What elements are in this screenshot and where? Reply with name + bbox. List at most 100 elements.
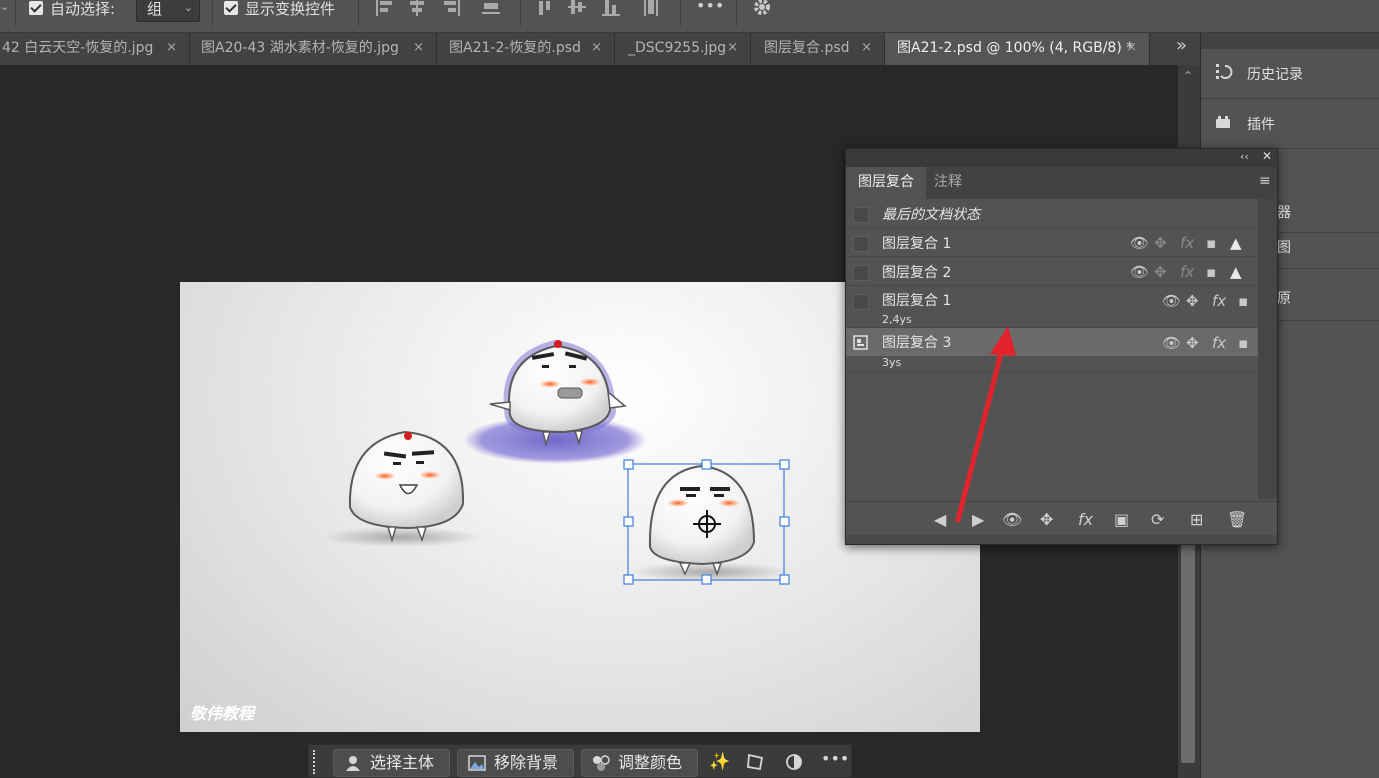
document-tab[interactable]: _DSC9255.jpg × <box>615 33 751 65</box>
more-options-button[interactable]: ••• <box>696 0 724 15</box>
warning-icon[interactable]: ▲ <box>1230 263 1242 281</box>
update-all-icon[interactable]: ⟳ <box>1151 510 1164 529</box>
adjust-icon <box>593 755 610 771</box>
mask-icon[interactable] <box>785 753 803 771</box>
tab-layer-comps[interactable]: 图层复合 <box>846 167 926 199</box>
plugins-icon <box>1216 116 1230 128</box>
dock-item-label: 器 <box>1277 205 1291 221</box>
list-item-selected[interactable]: 图层复合 3 3ys 👁 ✥ fx ▪ <box>846 328 1258 372</box>
close-icon[interactable]: × <box>413 33 424 63</box>
document-tab[interactable]: 图A20-43 湖水素材-恢复的.jpg × <box>190 33 437 65</box>
panel-menu-icon[interactable]: ≡ <box>1259 173 1271 189</box>
apply-comp-checkbox[interactable] <box>853 265 869 281</box>
transform-icon[interactable] <box>746 752 766 772</box>
eye-icon[interactable]: 👁 <box>1130 263 1149 281</box>
list-item[interactable]: 图层复合 1 👁 ✥ fx ▪ ▲ <box>846 228 1258 257</box>
eye-icon[interactable]: 👁 <box>1162 292 1181 310</box>
document-tab[interactable]: 图层复合.psd × <box>751 33 885 65</box>
comp-comment: 2,4ys <box>882 313 912 326</box>
move-icon[interactable]: ✥ <box>1154 263 1167 281</box>
chevron-up-icon[interactable]: ⌃ <box>1183 69 1193 83</box>
eye-icon[interactable]: 👁 <box>1162 334 1181 352</box>
dock-item-label: 原 <box>1277 291 1291 307</box>
dock-item-label: 历史记录 <box>1247 67 1303 83</box>
document-tab-bar: 42 白云天空-恢复的.jpg × 图A20-43 湖水素材-恢复的.jpg ×… <box>0 33 1200 65</box>
close-icon[interactable]: ✕ <box>1262 149 1272 163</box>
collapse-icon[interactable]: ‹‹ <box>1240 150 1249 163</box>
chevron-down-icon[interactable]: ⌄ <box>0 0 9 13</box>
update-style-icon[interactable]: fx <box>1078 510 1093 529</box>
align-vcenter-icon <box>568 6 586 8</box>
auto-select-checkbox[interactable] <box>29 1 43 15</box>
close-icon[interactable]: × <box>727 33 738 63</box>
panel-tabs: 图层复合 注释 ≡ <box>846 167 1277 199</box>
image-icon <box>468 755 486 771</box>
show-transform-checkbox[interactable] <box>224 1 238 15</box>
move-icon[interactable]: ✥ <box>1186 292 1199 310</box>
trash-icon[interactable]: 🗑 <box>1227 510 1247 529</box>
gear-icon[interactable] <box>752 0 774 19</box>
apply-comp-checkbox[interactable] <box>853 207 869 223</box>
close-icon[interactable]: × <box>1126 33 1137 63</box>
list-item[interactable]: 图层复合 2 👁 ✥ fx ▪ ▲ <box>846 257 1258 286</box>
document-icon[interactable]: ▪ <box>1238 334 1248 352</box>
character-right <box>623 459 790 585</box>
select-subject-button[interactable]: 选择主体 <box>333 749 450 777</box>
document-tab-active[interactable]: 图A21-2.psd @ 100% (4, RGB/8) * × <box>885 33 1150 65</box>
adjust-color-button[interactable]: 调整颜色 <box>581 749 698 777</box>
close-icon[interactable]: × <box>166 33 177 63</box>
dock-item-history[interactable]: 历史记录 <box>1201 49 1379 99</box>
layer-comps-panel: ‹‹ ✕ 图层复合 注释 ≡ 最后的文档状态 图层复合 1 👁 ✥ fx ▪ ▲ <box>845 148 1278 545</box>
current-comp-icon <box>853 335 868 350</box>
tab-notes[interactable]: 注释 <box>922 167 974 199</box>
character-middle <box>463 340 647 464</box>
tab-label: 42 白云天空-恢复的.jpg <box>2 40 154 56</box>
dock-item-label: 图 <box>1277 240 1291 256</box>
auto-select-dropdown[interactable]: 组 ⌄ <box>136 0 200 22</box>
document-icon[interactable]: ▪ <box>1206 263 1216 281</box>
button-label: 移除背景 <box>494 753 559 772</box>
list-item[interactable]: 最后的文档状态 <box>846 199 1258 228</box>
warning-icon[interactable]: ▲ <box>1230 234 1242 252</box>
fx-icon[interactable]: fx <box>1212 292 1226 310</box>
move-icon[interactable]: ✥ <box>1154 234 1167 252</box>
close-icon[interactable]: × <box>861 33 872 63</box>
move-icon[interactable]: ✥ <box>1186 334 1199 352</box>
tab-label: 图A20-43 湖水素材-恢复的.jpg <box>201 40 399 56</box>
eye-icon[interactable]: 👁 <box>1130 234 1149 252</box>
scrollbar-thumb[interactable] <box>1181 543 1195 763</box>
list-item[interactable]: 图层复合 1 2,4ys 👁 ✥ fx ▪ <box>846 286 1258 328</box>
divider <box>212 0 213 26</box>
tab-label: 注释 <box>934 174 962 190</box>
fx-icon[interactable]: fx <box>1180 234 1194 252</box>
magic-wand-icon[interactable]: ✨ <box>709 752 730 772</box>
tab-overflow-icon[interactable]: » <box>1176 35 1187 56</box>
document-icon[interactable]: ▪ <box>1206 234 1216 252</box>
button-label: 选择主体 <box>370 753 435 772</box>
tab-label: 图层复合 <box>858 174 914 190</box>
tab-label: 图A21-2-恢复的.psd <box>449 40 581 56</box>
close-icon[interactable]: × <box>591 33 602 63</box>
document-icon[interactable]: ▪ <box>1238 292 1248 310</box>
panel-resize-grip[interactable] <box>846 535 1277 544</box>
dock-item-plugins[interactable]: 插件 <box>1201 99 1379 149</box>
more-options-button[interactable]: ••• <box>821 749 849 768</box>
apply-comp-checkbox[interactable] <box>853 294 869 310</box>
tab-label: 图A21-2.psd @ 100% (4, RGB/8) * <box>897 40 1134 56</box>
update-selected-icon[interactable]: ▣ <box>1114 510 1129 529</box>
document-tab[interactable]: 图A21-2-恢复的.psd × <box>437 33 615 65</box>
update-position-icon[interactable]: ✥ <box>1040 510 1053 529</box>
fx-icon[interactable]: fx <box>1180 263 1194 281</box>
remove-background-button[interactable]: 移除背景 <box>457 749 574 777</box>
character-left <box>322 430 482 547</box>
distribute-v-icon <box>644 0 646 16</box>
panel-scrollbar[interactable] <box>1258 199 1277 499</box>
fx-icon[interactable]: fx <box>1212 334 1226 352</box>
dock-item-label: 插件 <box>1247 117 1275 133</box>
apply-comp-checkbox[interactable] <box>853 236 869 252</box>
drag-handle[interactable] <box>313 750 317 774</box>
watermark: 敬伟教程 <box>190 704 255 723</box>
document-tab[interactable]: 42 白云天空-恢复的.jpg × <box>0 33 190 65</box>
new-comp-icon[interactable]: ⊞ <box>1190 510 1203 529</box>
panel-footer: ◀ ▶ 👁 ✥ fx ▣ ⟳ ⊞ 🗑 <box>846 501 1277 535</box>
